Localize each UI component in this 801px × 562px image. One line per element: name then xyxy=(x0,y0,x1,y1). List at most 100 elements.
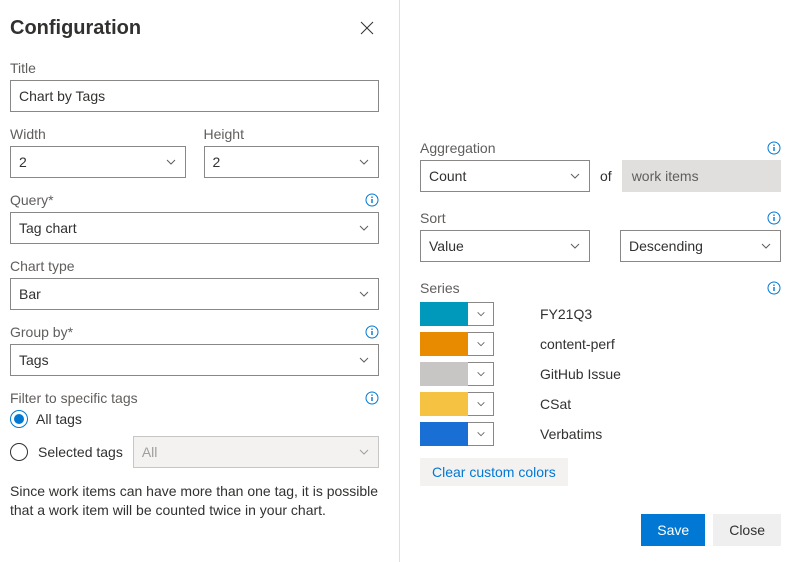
title-input[interactable] xyxy=(10,80,379,112)
aggregation-label-row: Aggregation xyxy=(420,140,781,156)
query-field: Query* Tag chart xyxy=(10,192,379,244)
dimensions-row: Width 2 Height 2 xyxy=(10,126,379,178)
sort-field-select[interactable]: Value xyxy=(420,230,590,262)
radio-icon xyxy=(10,410,28,428)
chevron-down-icon xyxy=(569,240,581,252)
chevron-down-icon xyxy=(358,222,370,234)
width-field: Width 2 xyxy=(10,126,186,178)
height-label: Height xyxy=(204,126,380,142)
color-swatch xyxy=(420,362,468,386)
chevron-down-icon xyxy=(760,240,772,252)
group-by-value: Tags xyxy=(19,352,49,368)
series-label-row: Series xyxy=(420,280,781,296)
close-icon[interactable] xyxy=(355,16,379,40)
info-icon[interactable] xyxy=(767,281,781,295)
selected-tags-placeholder: All xyxy=(142,444,158,460)
color-picker[interactable] xyxy=(420,422,494,446)
chevron-down-icon xyxy=(358,354,370,366)
save-button[interactable]: Save xyxy=(641,514,705,546)
sort-label-row: Sort xyxy=(420,210,781,226)
info-icon[interactable] xyxy=(365,391,379,405)
header-row: Configuration xyxy=(10,16,379,40)
aggregation-target-value: work items xyxy=(632,168,699,184)
group-by-label-row: Group by* xyxy=(10,324,379,340)
color-swatch xyxy=(420,422,468,446)
tag-count-note: Since work items can have more than one … xyxy=(10,482,379,520)
aggregation-label: Aggregation xyxy=(420,140,496,156)
left-pane: Configuration Title Width 2 Height 2 xyxy=(0,0,400,562)
width-value: 2 xyxy=(19,154,27,170)
info-icon[interactable] xyxy=(767,211,781,225)
sort-field-value: Value xyxy=(429,238,464,254)
chart-type-field: Chart type Bar xyxy=(10,258,379,310)
height-value: 2 xyxy=(213,154,221,170)
sort-direction-select[interactable]: Descending xyxy=(620,230,781,262)
group-by-label: Group by* xyxy=(10,324,73,340)
configuration-dialog: Configuration Title Width 2 Height 2 xyxy=(0,0,801,562)
chevron-down-icon xyxy=(468,392,494,416)
info-icon[interactable] xyxy=(365,325,379,339)
chevron-down-icon xyxy=(358,156,370,168)
query-select[interactable]: Tag chart xyxy=(10,212,379,244)
series-name: FY21Q3 xyxy=(540,306,592,322)
series-item: FY21Q3 xyxy=(420,302,781,326)
chevron-down-icon xyxy=(358,446,370,458)
sort-label: Sort xyxy=(420,210,446,226)
height-select[interactable]: 2 xyxy=(204,146,380,178)
filter-label-row: Filter to specific tags xyxy=(10,390,379,406)
query-label: Query* xyxy=(10,192,54,208)
series-item: Verbatims xyxy=(420,422,781,446)
aggregation-select[interactable]: Count xyxy=(420,160,590,192)
query-label-row: Query* xyxy=(10,192,379,208)
chevron-down-icon xyxy=(468,362,494,386)
series-list: FY21Q3content-perfGitHub IssueCSatVerbat… xyxy=(420,302,781,446)
radio-icon xyxy=(10,443,28,461)
selected-tags-label: Selected tags xyxy=(38,444,123,460)
height-field: Height 2 xyxy=(204,126,380,178)
all-tags-label: All tags xyxy=(36,411,82,427)
color-picker[interactable] xyxy=(420,302,494,326)
filter-label: Filter to specific tags xyxy=(10,390,138,406)
dialog-footer: Save Close xyxy=(641,514,781,546)
group-by-field: Group by* Tags xyxy=(10,324,379,376)
chevron-down-icon xyxy=(468,302,494,326)
title-label: Title xyxy=(10,60,379,76)
series-name: Verbatims xyxy=(540,426,602,442)
title-field: Title xyxy=(10,60,379,112)
aggregation-row: Count of work items xyxy=(420,160,781,192)
sort-row: Value Descending xyxy=(420,230,781,262)
width-label: Width xyxy=(10,126,186,142)
color-swatch xyxy=(420,302,468,326)
color-swatch xyxy=(420,392,468,416)
right-pane: Aggregation Count of work items Sort Val… xyxy=(400,0,801,562)
series-item: GitHub Issue xyxy=(420,362,781,386)
all-tags-option[interactable]: All tags xyxy=(10,410,379,428)
chevron-down-icon xyxy=(569,170,581,182)
chevron-down-icon xyxy=(165,156,177,168)
series-label: Series xyxy=(420,280,460,296)
width-select[interactable]: 2 xyxy=(10,146,186,178)
close-button[interactable]: Close xyxy=(713,514,781,546)
selected-tags-option[interactable]: Selected tags All xyxy=(10,436,379,468)
series-name: GitHub Issue xyxy=(540,366,621,382)
color-swatch xyxy=(420,332,468,356)
chart-type-select[interactable]: Bar xyxy=(10,278,379,310)
series-item: CSat xyxy=(420,392,781,416)
chevron-down-icon xyxy=(468,422,494,446)
selected-tags-select: All xyxy=(133,436,379,468)
clear-custom-colors-button[interactable]: Clear custom colors xyxy=(420,458,568,486)
color-picker[interactable] xyxy=(420,332,494,356)
info-icon[interactable] xyxy=(767,141,781,155)
query-value: Tag chart xyxy=(19,220,77,236)
sort-direction-value: Descending xyxy=(629,238,703,254)
color-picker[interactable] xyxy=(420,362,494,386)
series-name: CSat xyxy=(540,396,571,412)
info-icon[interactable] xyxy=(365,193,379,207)
group-by-select[interactable]: Tags xyxy=(10,344,379,376)
chart-type-label: Chart type xyxy=(10,258,379,274)
color-picker[interactable] xyxy=(420,392,494,416)
aggregation-target: work items xyxy=(622,160,781,192)
chevron-down-icon xyxy=(468,332,494,356)
chevron-down-icon xyxy=(358,288,370,300)
chart-type-value: Bar xyxy=(19,286,41,302)
